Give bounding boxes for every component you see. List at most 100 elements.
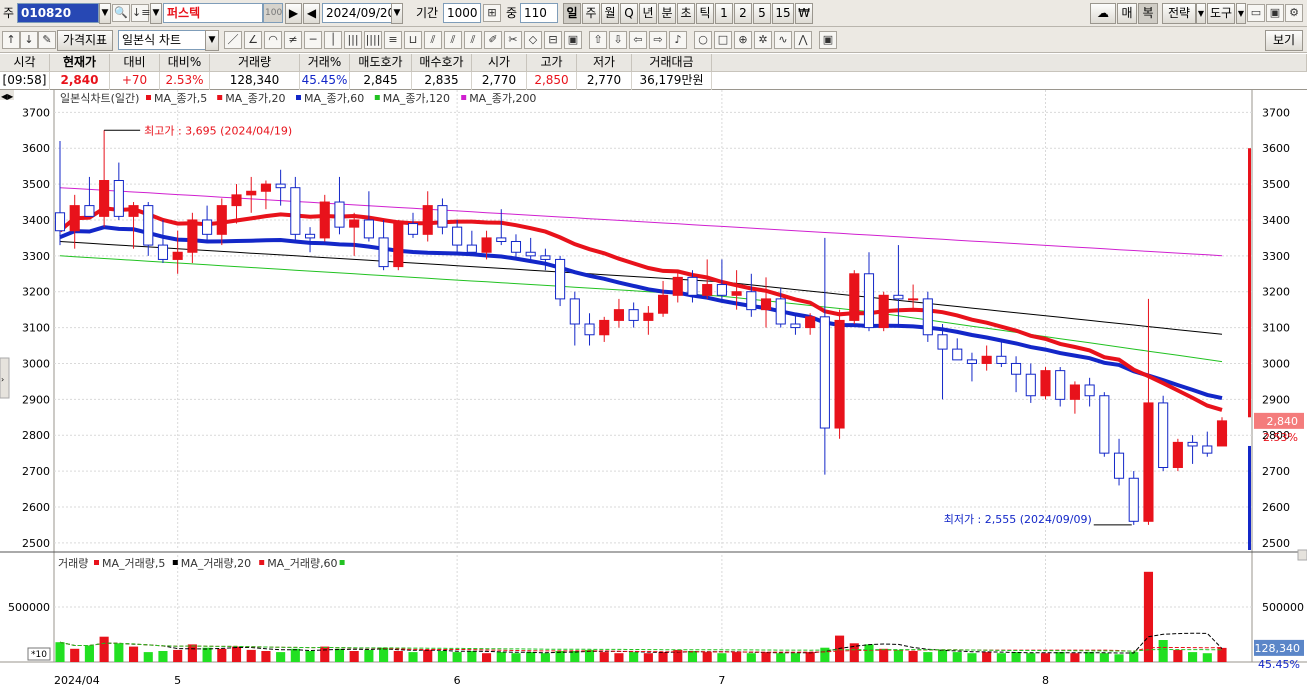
price-tick-right: 3500 xyxy=(1262,178,1290,191)
vline-tool-icon[interactable]: │ xyxy=(324,31,342,49)
sort-icon[interactable]: ↓≡ xyxy=(131,4,150,22)
interval-button-0[interactable]: 일 xyxy=(563,3,581,24)
price-tick-right: 3700 xyxy=(1262,106,1290,119)
period-input[interactable]: 1000 xyxy=(443,3,481,23)
legend-swatch-0 xyxy=(146,95,151,100)
interval-button-4[interactable]: 년 xyxy=(639,3,657,24)
search-icon[interactable]: 🔍 xyxy=(112,4,130,22)
candle-body xyxy=(1113,452,1125,479)
interval-button-2[interactable]: 월 xyxy=(601,3,619,24)
candle-body xyxy=(113,180,124,217)
pen-tool-icon[interactable]: ✐ xyxy=(484,31,502,49)
strategy-dropdown-button[interactable]: ▼ xyxy=(1196,3,1206,24)
stock-code-input[interactable]: 010820 xyxy=(17,3,99,23)
arrow-down-icon[interactable]: ↓ xyxy=(20,31,38,49)
box-tool-icon[interactable]: ⊔ xyxy=(404,31,422,49)
arc-tool-icon[interactable]: ◠ xyxy=(264,31,282,49)
peak-tool-icon[interactable]: ⋀ xyxy=(794,31,812,49)
candlestick-chart[interactable]: ◀▶›2500 25002600 26002700 27002800 28002900 2… xyxy=(0,90,1307,685)
wave-tool-icon[interactable]: ∿ xyxy=(774,31,792,49)
tools-dropdown-button[interactable]: ▼ xyxy=(1236,3,1246,24)
strategy-button[interactable]: 전략 xyxy=(1162,3,1196,24)
table-tool-icon[interactable]: ⊟ xyxy=(544,31,562,49)
circle-tool-icon[interactable]: ○ xyxy=(694,31,712,49)
prev-button[interactable]: ◀ xyxy=(303,3,320,24)
sort-dropdown-button[interactable]: ▼ xyxy=(150,3,162,24)
date-label-0: 2024/04 xyxy=(54,674,100,685)
music-tool-icon[interactable]: ♪ xyxy=(669,31,687,49)
price-tick-left: 2900 xyxy=(22,393,50,406)
grid-icon[interactable]: ⊞ xyxy=(483,4,501,22)
volume-bar xyxy=(379,647,389,662)
interval-button-1[interactable]: 주 xyxy=(582,3,600,24)
volume-bar xyxy=(1026,653,1036,662)
interval-button-3[interactable]: Q xyxy=(620,3,638,24)
volume-bar xyxy=(1055,652,1065,662)
folder-icon[interactable]: ▭ xyxy=(1247,4,1265,22)
save-icon[interactable]: ▣ xyxy=(1266,4,1284,22)
wrench-icon[interactable]: ⚙ xyxy=(1285,4,1303,22)
hline-tool-icon[interactable]: ─ xyxy=(304,31,322,49)
cut-tool-icon[interactable]: ✂ xyxy=(504,31,522,49)
interval-button-7[interactable]: 틱 xyxy=(696,3,714,24)
price-tick-left: 2500 xyxy=(22,537,50,550)
interval-button-8[interactable]: 1 xyxy=(715,3,733,24)
code-dropdown-button[interactable]: ▼ xyxy=(99,3,111,24)
cloud-icon[interactable]: ☁ xyxy=(1090,3,1116,24)
candle-body xyxy=(393,223,404,268)
grid-vline-tool-icon[interactable]: |||| xyxy=(364,31,382,49)
price-tick-left: 2800 xyxy=(22,429,50,442)
chart-type-select[interactable]: 일본식 차트 xyxy=(118,30,206,50)
drawing-toolbar: ↑ ↓ ✎ 가격지표 일본식 차트 ▼ ／ ∠ ◠ ≠ ─ │ ||| |||| ≡ ⊔ ⫽ ⫽ ⫽ ✐ ✂… xyxy=(0,27,1307,53)
shape-tool-icon[interactable]: ◇ xyxy=(524,31,542,49)
volume-bar xyxy=(84,645,94,662)
parallel-tool-icon[interactable]: ⫽ xyxy=(444,31,462,49)
interval-button-9[interactable]: 2 xyxy=(734,3,752,24)
price-tick-right: 3000 xyxy=(1262,357,1290,370)
channel-tool-icon[interactable]: ≡ xyxy=(384,31,402,49)
volume-bar xyxy=(1011,652,1021,662)
up-arrow-tool-icon[interactable]: ⇧ xyxy=(589,31,607,49)
zoom-tool-icon[interactable]: ⊕ xyxy=(734,31,752,49)
pitchfork-tool-icon[interactable]: ⫽ xyxy=(464,31,482,49)
interval-button-10[interactable]: 5 xyxy=(753,3,771,24)
price-tick-right: 3600 xyxy=(1262,142,1290,155)
candle-body xyxy=(128,205,139,217)
interval-button-11[interactable]: 15 xyxy=(772,3,794,24)
next-button[interactable]: ▶ xyxy=(285,3,302,24)
stock-name-field[interactable]: 퍼스텍 xyxy=(163,3,263,23)
trend-tool-icon[interactable]: ⫽ xyxy=(424,31,442,49)
fan-tool-icon[interactable]: ≠ xyxy=(284,31,302,49)
compound-button[interactable]: 복 xyxy=(1138,3,1158,24)
price-indicator-button[interactable]: 가격지표 xyxy=(57,30,113,51)
export-tool-icon[interactable]: ▣ xyxy=(819,31,837,49)
tools-button[interactable]: 도구 xyxy=(1207,3,1235,24)
square-tool-icon[interactable]: □ xyxy=(714,31,732,49)
arrow-up-icon[interactable]: ↑ xyxy=(2,31,20,49)
interval-button-12[interactable]: ₩ xyxy=(795,3,813,24)
multi-vline-tool-icon[interactable]: ||| xyxy=(344,31,362,49)
count-input[interactable]: 110 xyxy=(520,3,558,23)
date-label-3: 7 xyxy=(718,674,725,685)
quote-value-3: 2.53% xyxy=(160,72,210,90)
left-arrow-tool-icon[interactable]: ⇦ xyxy=(629,31,647,49)
volume-legend-label-1: MA_거래량,20 xyxy=(181,557,251,570)
volume-bar xyxy=(1129,652,1139,662)
date-field[interactable]: 2024/09/20 xyxy=(322,3,395,23)
interval-button-5[interactable]: 분 xyxy=(658,3,676,24)
magic-tool-icon[interactable]: ✲ xyxy=(754,31,772,49)
candle-body xyxy=(716,284,727,296)
date-dropdown-button[interactable]: ▼ xyxy=(391,3,403,24)
down-arrow-tool-icon[interactable]: ⇩ xyxy=(609,31,627,49)
angle-tool-icon[interactable]: ∠ xyxy=(244,31,262,49)
candle-body xyxy=(481,237,492,253)
buy-button[interactable]: 매 xyxy=(1117,3,1137,24)
note-tool-icon[interactable]: ▣ xyxy=(564,31,582,49)
right-arrow-tool-icon[interactable]: ⇨ xyxy=(649,31,667,49)
edit-icon[interactable]: ✎ xyxy=(38,31,56,49)
chart-type-dropdown-button[interactable]: ▼ xyxy=(205,30,219,51)
line-tool-icon[interactable]: ／ xyxy=(224,31,242,49)
quote-value-4: 128,340 xyxy=(210,72,300,90)
interval-button-6[interactable]: 초 xyxy=(677,3,695,24)
view-button[interactable]: 보기 xyxy=(1265,30,1303,51)
